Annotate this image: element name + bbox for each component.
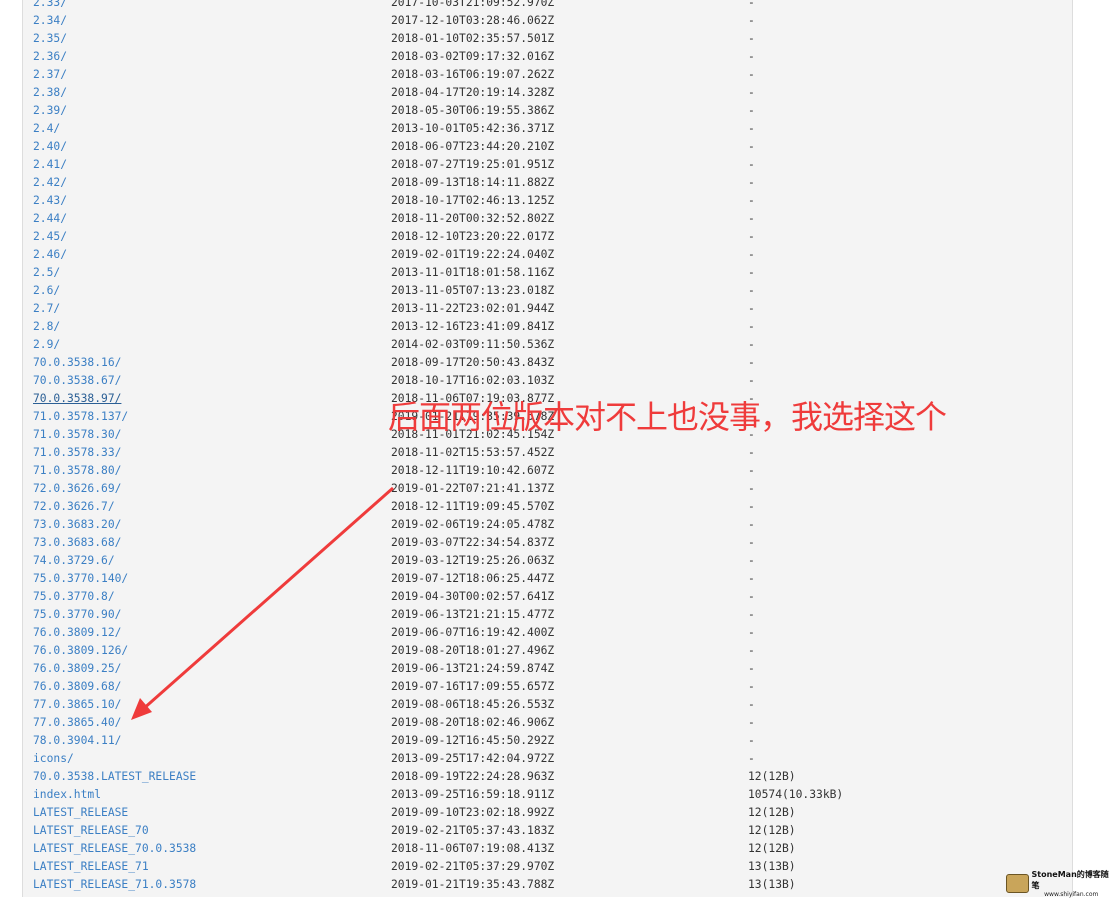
watermark-logo-icon bbox=[1006, 874, 1029, 893]
watermark-title: StoneMan的博客随笔 bbox=[1031, 870, 1109, 890]
annotation-arrow bbox=[131, 486, 394, 720]
watermark: StoneMan的博客随笔 www.shiyifan.com bbox=[1006, 869, 1111, 898]
annotation-text: 后面两位版本对不上也没事，我选择这个 bbox=[388, 398, 947, 436]
